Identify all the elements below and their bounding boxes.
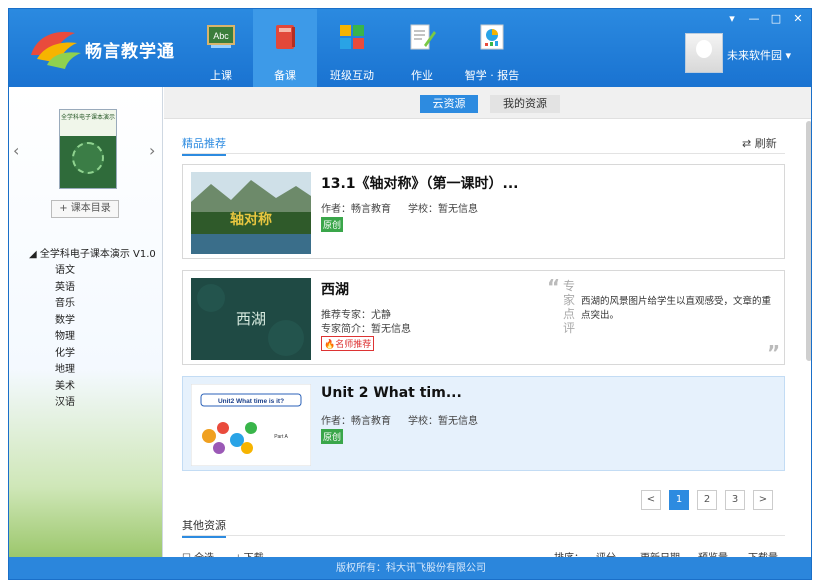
tree-item-physics[interactable]: 物理	[29, 329, 156, 346]
tree-root[interactable]: ◢ 全学科电子课本演示 V1.0	[29, 245, 156, 260]
west-lake-thumbnail: 西湖	[191, 278, 311, 360]
divider	[182, 535, 785, 536]
card-thumbnail[interactable]: 轴对称	[191, 172, 311, 254]
thumb-text: 轴对称	[230, 211, 272, 228]
school-label: 学校：暂无信息	[408, 204, 478, 215]
svg-text:Abc: Abc	[213, 31, 229, 41]
collapse-triangle-icon: ◢	[29, 249, 40, 260]
main-content: 云资源 我的资源 精品推荐 ⇄ 刷新 轴对称 13.1《轴对称》（第一课时）..…	[164, 87, 811, 564]
thumb-text: Unit2 What time is it?	[218, 398, 284, 405]
tree-item-art[interactable]: 美术	[29, 379, 156, 396]
nav-label: 上课	[210, 69, 232, 82]
app-name: 畅言教学通	[85, 42, 175, 62]
prev-book-arrow-icon[interactable]: ‹	[13, 141, 19, 160]
close-button[interactable]: ✕	[791, 13, 805, 25]
book-emblem-icon	[72, 142, 104, 174]
next-page-button[interactable]: >	[753, 490, 773, 510]
tree-item-music[interactable]: 音乐	[29, 296, 156, 313]
badge-label: 名师推荐	[335, 340, 372, 350]
tree-item-math[interactable]: 数学	[29, 313, 156, 330]
card-title[interactable]: 西湖	[321, 279, 349, 299]
logo-bird-icon	[31, 31, 81, 69]
user-name-text: 未来软件园	[727, 49, 782, 62]
tree-root-label: 全学科电子课本演示 V1.0	[39, 249, 156, 260]
vertical-scrollbar[interactable]	[806, 121, 811, 361]
tree-item-english[interactable]: 英语	[29, 280, 156, 297]
app-logo: 畅言教学通	[27, 25, 177, 71]
avatar-silhouette-icon	[696, 40, 712, 58]
flame-icon: 🔥	[324, 340, 336, 350]
menu-dropdown-icon[interactable]: ▾	[725, 13, 739, 25]
report-icon	[480, 24, 504, 50]
prev-page-button[interactable]: <	[641, 490, 661, 510]
expert-label: 推荐专家：尤静	[321, 310, 391, 321]
plus-icon: +	[59, 203, 71, 214]
expert-intro-label: 专家简介：暂无信息	[321, 324, 411, 335]
maximize-button[interactable]: □	[769, 13, 783, 25]
toc-button-label: 课本目录	[70, 203, 111, 214]
expert-review-text: 西湖的风景图片给学生以直观感受，文章的重点突出。	[581, 296, 772, 321]
refresh-icon: ⇄	[742, 137, 755, 150]
tree-item-chemistry[interactable]: 化学	[29, 346, 156, 363]
tree-item-chinese[interactable]: 语文	[29, 263, 156, 280]
tree-item-hanyu[interactable]: 汉语	[29, 395, 156, 412]
divider	[182, 153, 785, 154]
toc-button[interactable]: + 课本目录	[51, 200, 119, 218]
nav-item-class[interactable]: Abc 上课	[189, 9, 253, 87]
red-book-icon	[276, 25, 295, 49]
refresh-button[interactable]: ⇄ 刷新	[742, 135, 777, 151]
page-2-button[interactable]: 2	[697, 490, 717, 510]
sidebar: ‹ › 全学科电子课本演示 + 课本目录 ◢ 全学科电子课本演示 V1.0 语文…	[9, 87, 163, 557]
chevron-down-icon: ▾	[782, 49, 792, 62]
original-badge: 原创	[321, 429, 344, 444]
app-window: 畅言教学通 Abc 上课 备课 班级互动 作业 智学 · 报告 ▾ — □ ✕ …	[8, 8, 812, 580]
author-label: 作者：畅言教育	[321, 204, 391, 215]
author-label: 作者：畅言教育	[321, 416, 391, 427]
blocks-icon	[340, 25, 364, 49]
resource-tabs: 云资源 我的资源	[164, 87, 811, 119]
abc-board-icon: Abc	[207, 25, 235, 48]
pen-paper-icon	[410, 24, 436, 50]
expert-review-label: 专家点评	[562, 279, 575, 335]
card-thumbnail[interactable]: Unit2 What time is it? Part A	[190, 383, 312, 467]
nav-item-report[interactable]: 智学 · 报告	[457, 9, 527, 87]
minimize-button[interactable]: —	[747, 13, 761, 25]
page-3-button[interactable]: 3	[725, 490, 745, 510]
nav-label: 智学 · 报告	[464, 69, 520, 82]
card-title[interactable]: 13.1《轴对称》（第一课时）...	[321, 173, 519, 193]
subject-tree: ◢ 全学科电子课本演示 V1.0 语文 英语 音乐 数学 物理 化学 地理 美术…	[29, 245, 156, 412]
footer: 版权所有：科大讯飞股份有限公司	[9, 557, 811, 579]
resource-card[interactable]: 轴对称 13.1《轴对称》（第一课时）... 作者：畅言教育 学校：暂无信息 原…	[182, 164, 785, 259]
tree-item-geography[interactable]: 地理	[29, 362, 156, 379]
resource-card[interactable]: 西湖 西湖 推荐专家：尤静 专家简介：暂无信息 🔥名师推荐 “ 专家点评 西湖的…	[182, 270, 785, 365]
book-title: 全学科电子课本演示	[60, 110, 116, 136]
nav-item-homework[interactable]: 作业	[387, 9, 457, 87]
page-1-button[interactable]: 1	[669, 490, 689, 510]
nav-label: 班级互动	[330, 69, 374, 82]
next-book-arrow-icon[interactable]: ›	[149, 141, 155, 160]
card-title[interactable]: Unit 2 What tim...	[321, 385, 462, 401]
nav-label: 作业	[411, 69, 433, 82]
card-thumbnail[interactable]: 西湖	[191, 278, 311, 360]
book-cover[interactable]: 全学科电子课本演示	[59, 109, 117, 189]
nav-item-prep[interactable]: 备课	[253, 9, 317, 87]
nav-label: 备课	[274, 69, 296, 82]
tab-cloud-resources[interactable]: 云资源	[420, 95, 478, 113]
tab-my-resources[interactable]: 我的资源	[490, 95, 560, 113]
thumb-text: 西湖	[236, 310, 266, 328]
nav-item-interact[interactable]: 班级互动	[317, 9, 387, 87]
teacher-recommend-badge: 🔥名师推荐	[321, 336, 375, 351]
school-label: 学校：暂无信息	[408, 416, 478, 427]
original-badge: 原创	[321, 217, 344, 232]
thumb-sub-text: Part A	[274, 434, 288, 440]
refresh-label: 刷新	[754, 137, 777, 150]
avatar[interactable]	[685, 33, 723, 73]
main-nav: Abc 上课 备课 班级互动 作业 智学 · 报告	[189, 9, 527, 87]
clock-lesson-thumbnail: Unit2 What time is it? Part A	[190, 383, 312, 467]
user-name[interactable]: 未来软件园 ▾	[727, 47, 791, 63]
landscape-thumbnail: 轴对称	[191, 172, 311, 254]
resource-card[interactable]: Unit2 What time is it? Part A Unit 2 Wha…	[182, 376, 785, 471]
close-quote-icon: ”	[767, 341, 781, 365]
header-bar: 畅言教学通 Abc 上课 备课 班级互动 作业 智学 · 报告 ▾ — □ ✕ …	[9, 9, 811, 87]
